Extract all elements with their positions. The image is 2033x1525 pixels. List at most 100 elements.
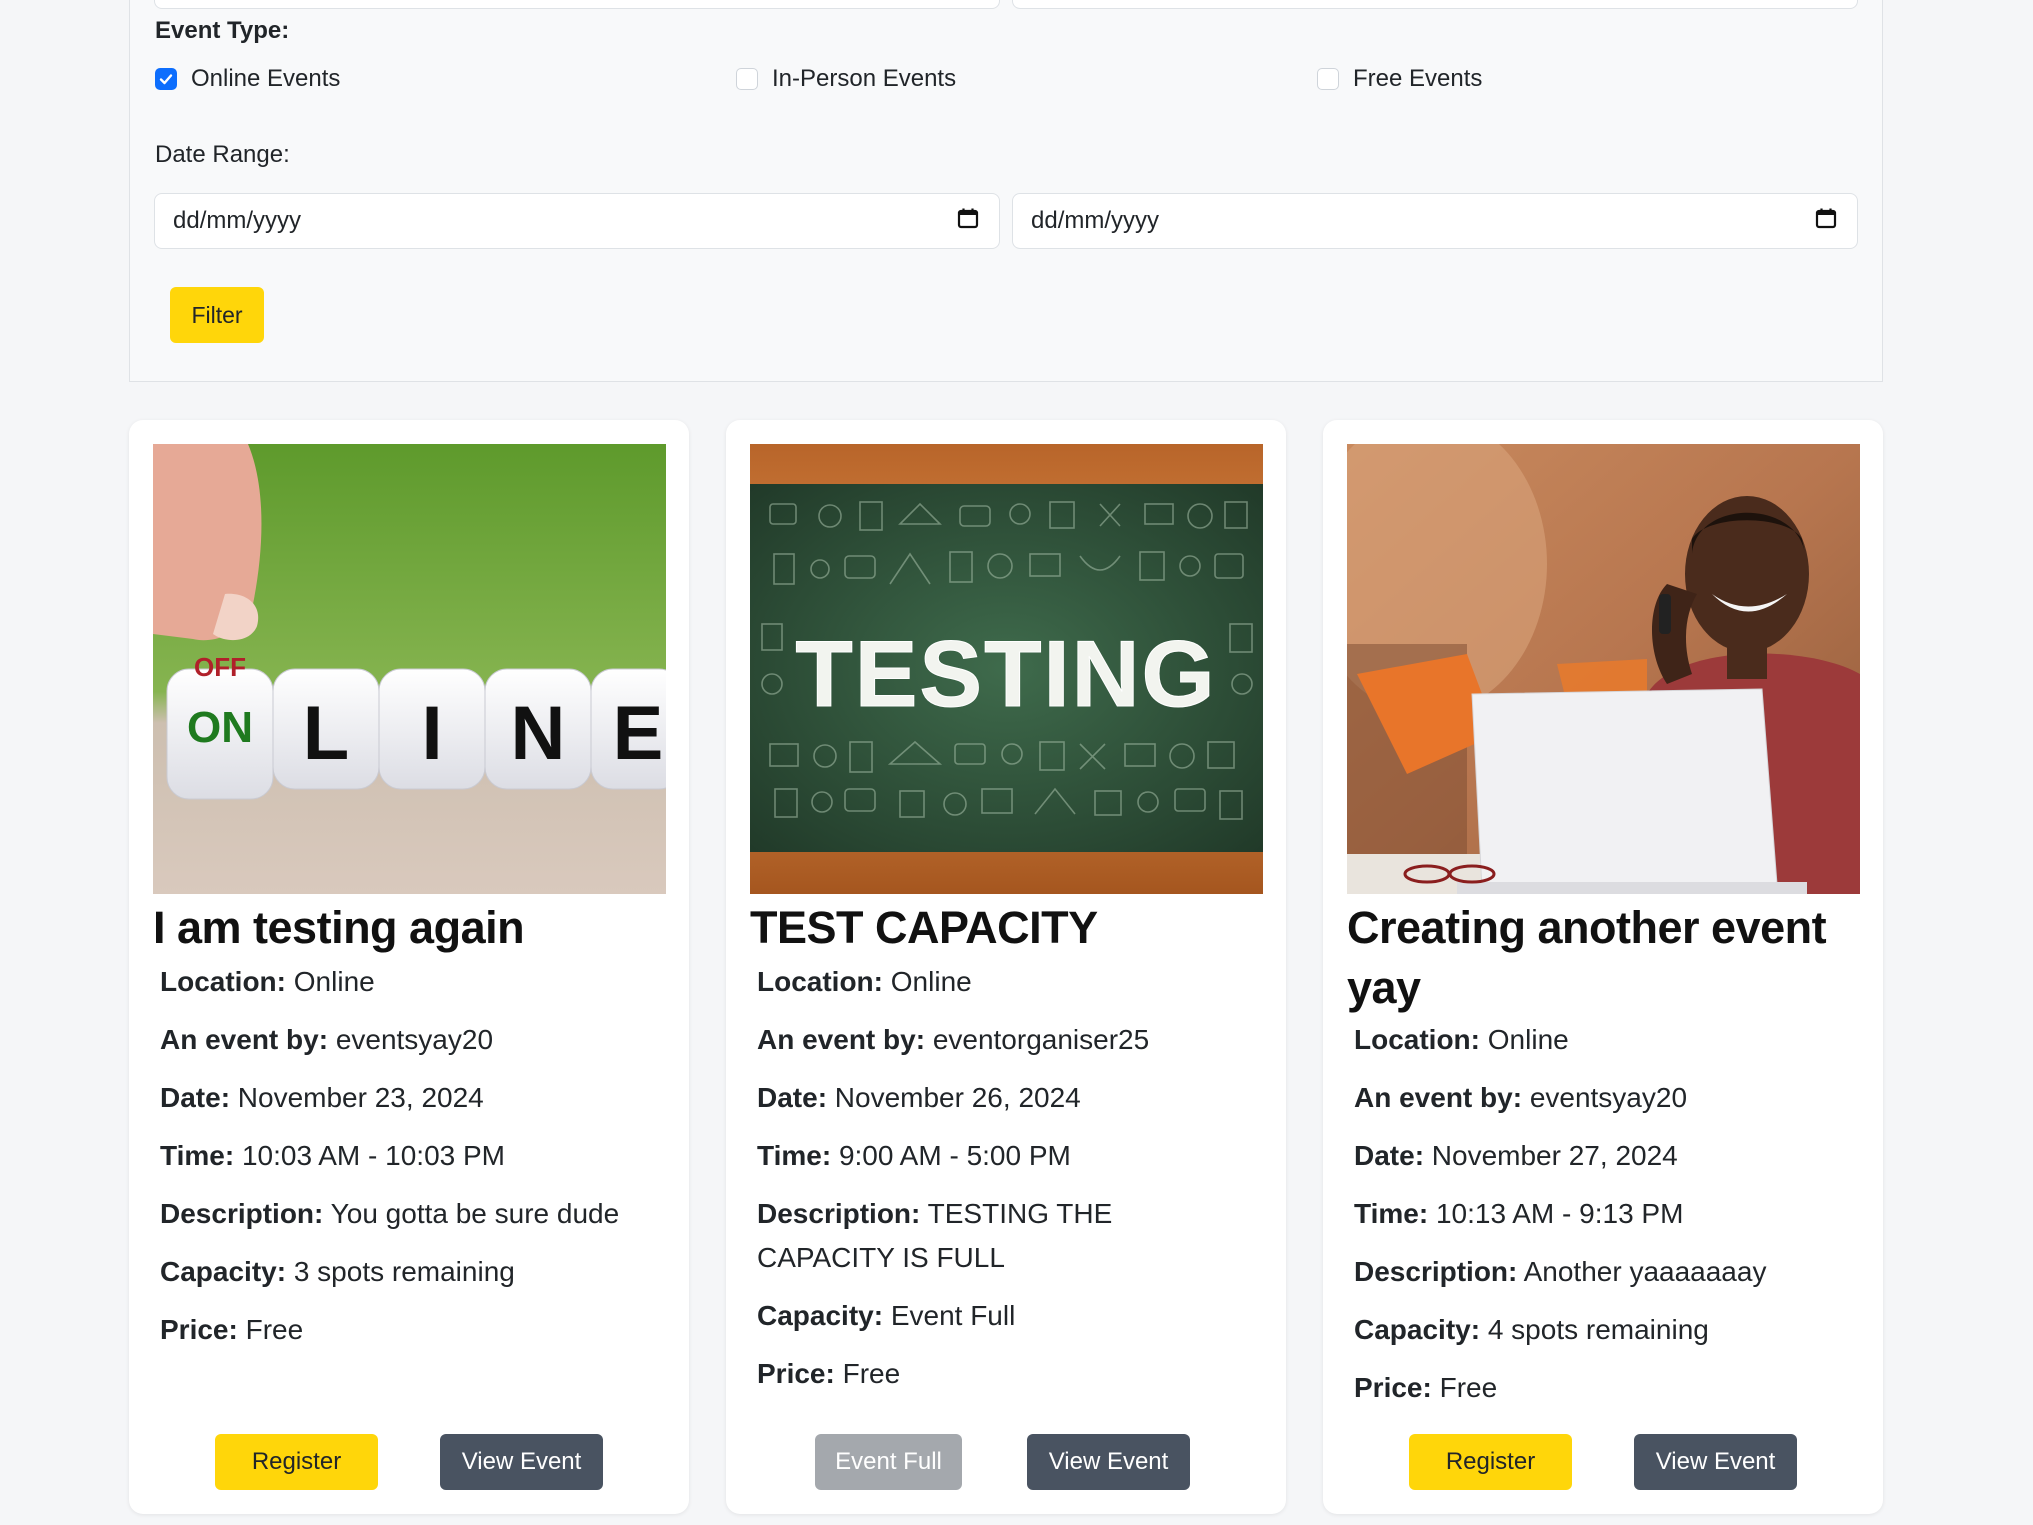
- event-details: Location: Online An event by: eventsyay2…: [160, 960, 660, 1366]
- checkbox-checked-icon[interactable]: [155, 68, 177, 90]
- location-row: Location: Online: [160, 960, 660, 1004]
- event-details: Location: Online An event by: eventsyay2…: [1354, 1018, 1854, 1424]
- event-card: Creating another event yay Location: Onl…: [1323, 420, 1883, 1514]
- organizer-value: eventorganiser25: [932, 1024, 1150, 1055]
- capacity-row: Capacity: 3 spots remaining: [160, 1250, 660, 1294]
- organizer-value: eventsyay20: [1529, 1082, 1688, 1113]
- chalkboard-testing-image: TESTING: [750, 444, 1263, 894]
- date-value: November 23, 2024: [237, 1082, 484, 1113]
- time-row: Time: 10:03 AM - 10:03 PM: [160, 1134, 660, 1178]
- event-card: TESTING TEST CAPACITY Location: Online A…: [726, 420, 1286, 1514]
- price-label: Price:: [160, 1314, 238, 1345]
- price-label: Price:: [757, 1358, 835, 1389]
- free-events-checkbox[interactable]: Free Events: [1317, 65, 1482, 93]
- time-value: 9:00 AM - 5:00 PM: [838, 1140, 1071, 1171]
- dice-on-text: ON: [187, 703, 253, 752]
- description-label: Description:: [757, 1198, 921, 1229]
- event-full-button: Event Full: [815, 1434, 962, 1490]
- location-value: Online: [890, 966, 972, 997]
- dice-letter: I: [421, 691, 442, 776]
- description-label: Description:: [160, 1198, 324, 1229]
- price-label: Price:: [1354, 1372, 1432, 1403]
- dice-letter: L: [303, 691, 349, 776]
- chalkboard-text: TESTING: [795, 621, 1216, 726]
- calendar-icon[interactable]: [957, 207, 979, 236]
- online-events-checkbox[interactable]: Online Events: [155, 65, 340, 93]
- capacity-value: Event Full: [890, 1300, 1016, 1331]
- price-row: Price: Free: [757, 1352, 1177, 1396]
- description-row: Description: TESTING THE CAPACITY IS FUL…: [757, 1192, 1177, 1280]
- filter-panel: Event Type: Online Events In-Person Even…: [129, 0, 1883, 382]
- view-event-button[interactable]: View Event: [1027, 1434, 1190, 1490]
- description-label: Description:: [1354, 1256, 1518, 1287]
- in-person-events-label: In-Person Events: [772, 65, 957, 92]
- location-label: Location:: [757, 966, 883, 997]
- view-event-button[interactable]: View Event: [1634, 1434, 1797, 1490]
- description-value: You gotta be sure dude: [330, 1198, 620, 1229]
- organizer-label: An event by:: [757, 1024, 926, 1055]
- dice-letter: E: [613, 691, 664, 776]
- event-details: Location: Online An event by: eventorgan…: [757, 960, 1177, 1410]
- filter-button[interactable]: Filter: [170, 287, 264, 343]
- organizer-row: An event by: eventsyay20: [160, 1018, 660, 1062]
- register-button[interactable]: Register: [215, 1434, 378, 1490]
- date-value: November 26, 2024: [834, 1082, 1081, 1113]
- checkbox-unchecked-icon[interactable]: [1317, 68, 1339, 90]
- date-to-input[interactable]: dd/mm/yyyy: [1012, 193, 1858, 249]
- calendar-icon[interactable]: [1815, 207, 1837, 236]
- time-row: Time: 9:00 AM - 5:00 PM: [757, 1134, 1177, 1178]
- date-row: Date: November 27, 2024: [1354, 1134, 1854, 1178]
- location-label: Location:: [1354, 1024, 1480, 1055]
- date-label: Date:: [160, 1082, 231, 1113]
- date-to-placeholder: dd/mm/yyyy: [1031, 207, 1160, 234]
- in-person-events-checkbox[interactable]: In-Person Events: [736, 65, 956, 93]
- location-row: Location: Online: [757, 960, 1177, 1004]
- date-range-label: Date Range:: [155, 141, 290, 168]
- view-event-button[interactable]: View Event: [440, 1434, 603, 1490]
- price-value: Free: [842, 1358, 901, 1389]
- organizer-row: An event by: eventorganiser25: [757, 1018, 1177, 1062]
- online-dice-image: OFF ON L I N E: [153, 444, 666, 894]
- capacity-value: 3 spots remaining: [293, 1256, 515, 1287]
- location-value: Online: [1487, 1024, 1569, 1055]
- price-value: Free: [245, 1314, 304, 1345]
- dice-off-text: OFF: [194, 652, 246, 682]
- capacity-label: Capacity:: [757, 1300, 884, 1331]
- date-row: Date: November 23, 2024: [160, 1076, 660, 1120]
- date-label: Date:: [757, 1082, 828, 1113]
- description-row: Description: Another yaaaaaaay: [1354, 1250, 1854, 1294]
- event-title: I am testing again: [153, 902, 525, 953]
- search-field-partial[interactable]: [154, 0, 1000, 9]
- register-button[interactable]: Register: [1409, 1434, 1572, 1490]
- location-field-partial[interactable]: [1012, 0, 1858, 9]
- event-type-options: Online Events In-Person Events Free Even…: [155, 65, 1855, 99]
- time-label: Time:: [1354, 1198, 1429, 1229]
- checkbox-unchecked-icon[interactable]: [736, 68, 758, 90]
- organizer-row: An event by: eventsyay20: [1354, 1076, 1854, 1120]
- time-label: Time:: [757, 1140, 832, 1171]
- time-value: 10:03 AM - 10:03 PM: [241, 1140, 505, 1171]
- price-value: Free: [1439, 1372, 1498, 1403]
- date-value: November 27, 2024: [1431, 1140, 1678, 1171]
- capacity-label: Capacity:: [1354, 1314, 1481, 1345]
- organizer-label: An event by:: [1354, 1082, 1523, 1113]
- free-events-label: Free Events: [1353, 65, 1483, 92]
- time-label: Time:: [160, 1140, 235, 1171]
- price-row: Price: Free: [160, 1308, 660, 1352]
- dice-letter: N: [511, 691, 566, 776]
- price-row: Price: Free: [1354, 1366, 1854, 1410]
- organizer-label: An event by:: [160, 1024, 329, 1055]
- man-on-phone-laptop-image: [1347, 444, 1860, 894]
- description-value: Another yaaaaaaay: [1523, 1256, 1767, 1287]
- description-row: Description: You gotta be sure dude: [160, 1192, 660, 1236]
- capacity-value: 4 spots remaining: [1487, 1314, 1709, 1345]
- online-events-label: Online Events: [191, 65, 341, 92]
- organizer-value: eventsyay20: [335, 1024, 494, 1055]
- time-value: 10:13 AM - 9:13 PM: [1435, 1198, 1684, 1229]
- event-card: OFF ON L I N E I am testing again Locati…: [129, 420, 689, 1514]
- date-from-input[interactable]: dd/mm/yyyy: [154, 193, 1000, 249]
- location-row: Location: Online: [1354, 1018, 1854, 1062]
- date-row: Date: November 26, 2024: [757, 1076, 1177, 1120]
- location-label: Location:: [160, 966, 286, 997]
- date-label: Date:: [1354, 1140, 1425, 1171]
